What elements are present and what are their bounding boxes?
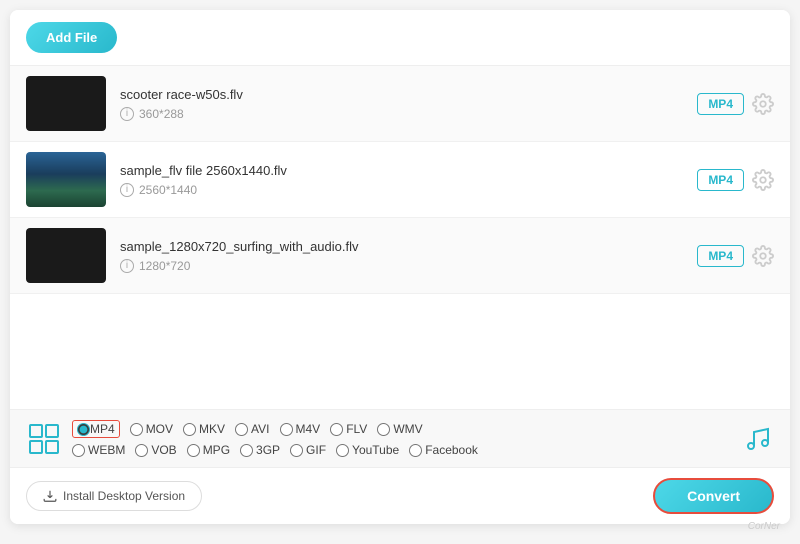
format-option-flv[interactable]: FLV bbox=[330, 422, 367, 436]
file-thumbnail bbox=[26, 76, 106, 131]
file-item: sample_flv file 2560x1440.flv i 2560*144… bbox=[10, 142, 790, 218]
format-option-avi[interactable]: AVI bbox=[235, 422, 269, 436]
download-icon bbox=[43, 489, 57, 503]
info-icon: i bbox=[120, 183, 134, 197]
music-icon[interactable] bbox=[744, 424, 774, 454]
format-badge[interactable]: MP4 bbox=[697, 169, 744, 191]
add-file-button[interactable]: Add File bbox=[26, 22, 117, 53]
format-badge[interactable]: MP4 bbox=[697, 245, 744, 267]
format-option-facebook[interactable]: Facebook bbox=[409, 443, 478, 457]
format-option-youtube[interactable]: YouTube bbox=[336, 443, 399, 457]
format-option-wmv[interactable]: WMV bbox=[377, 422, 422, 436]
format-bar: MP4 MOV MKV AVI M4V bbox=[10, 409, 790, 467]
grid-icon bbox=[26, 421, 62, 457]
format-option-gif[interactable]: GIF bbox=[290, 443, 326, 457]
file-resolution: i 360*288 bbox=[120, 107, 697, 121]
format-option-mov[interactable]: MOV bbox=[130, 422, 173, 436]
format-option-m4v[interactable]: M4V bbox=[280, 422, 321, 436]
file-thumbnail bbox=[26, 152, 106, 207]
file-item: sample_1280x720_surfing_with_audio.flv i… bbox=[10, 218, 790, 294]
file-thumbnail bbox=[26, 228, 106, 283]
install-desktop-button[interactable]: Install Desktop Version bbox=[26, 481, 202, 511]
file-list: scooter race-w50s.flv i 360*288 MP4 samp… bbox=[10, 66, 790, 409]
gear-icon[interactable] bbox=[752, 93, 774, 115]
file-actions: MP4 bbox=[697, 169, 774, 191]
format-option-webm[interactable]: WEBM bbox=[72, 443, 125, 457]
file-actions: MP4 bbox=[697, 93, 774, 115]
header: Add File bbox=[10, 10, 790, 66]
file-info: sample_flv file 2560x1440.flv i 2560*144… bbox=[120, 163, 697, 197]
file-name: scooter race-w50s.flv bbox=[120, 87, 697, 102]
format-row-2: WEBM VOB MPG 3GP GIF bbox=[72, 443, 736, 457]
format-badge[interactable]: MP4 bbox=[697, 93, 744, 115]
format-option-3gp[interactable]: 3GP bbox=[240, 443, 280, 457]
file-resolution: i 2560*1440 bbox=[120, 183, 697, 197]
convert-button[interactable]: Convert bbox=[653, 478, 774, 514]
footer: Install Desktop Version Convert bbox=[10, 467, 790, 524]
app-container: Add File scooter race-w50s.flv i 360*288… bbox=[10, 10, 790, 524]
format-row-1: MP4 MOV MKV AVI M4V bbox=[72, 420, 736, 438]
file-resolution: i 1280*720 bbox=[120, 259, 697, 273]
format-option-mp4[interactable]: MP4 bbox=[72, 420, 120, 438]
format-option-mpg[interactable]: MPG bbox=[187, 443, 230, 457]
format-option-mkv[interactable]: MKV bbox=[183, 422, 225, 436]
gear-icon[interactable] bbox=[752, 169, 774, 191]
format-options: MP4 MOV MKV AVI M4V bbox=[72, 420, 736, 457]
file-actions: MP4 bbox=[697, 245, 774, 267]
corner-label: CorNer bbox=[748, 521, 780, 532]
gear-icon[interactable] bbox=[752, 245, 774, 267]
file-name: sample_flv file 2560x1440.flv bbox=[120, 163, 697, 178]
info-icon: i bbox=[120, 107, 134, 121]
file-name: sample_1280x720_surfing_with_audio.flv bbox=[120, 239, 697, 254]
format-option-vob[interactable]: VOB bbox=[135, 443, 176, 457]
file-info: scooter race-w50s.flv i 360*288 bbox=[120, 87, 697, 121]
file-info: sample_1280x720_surfing_with_audio.flv i… bbox=[120, 239, 697, 273]
info-icon: i bbox=[120, 259, 134, 273]
file-item: scooter race-w50s.flv i 360*288 MP4 bbox=[10, 66, 790, 142]
